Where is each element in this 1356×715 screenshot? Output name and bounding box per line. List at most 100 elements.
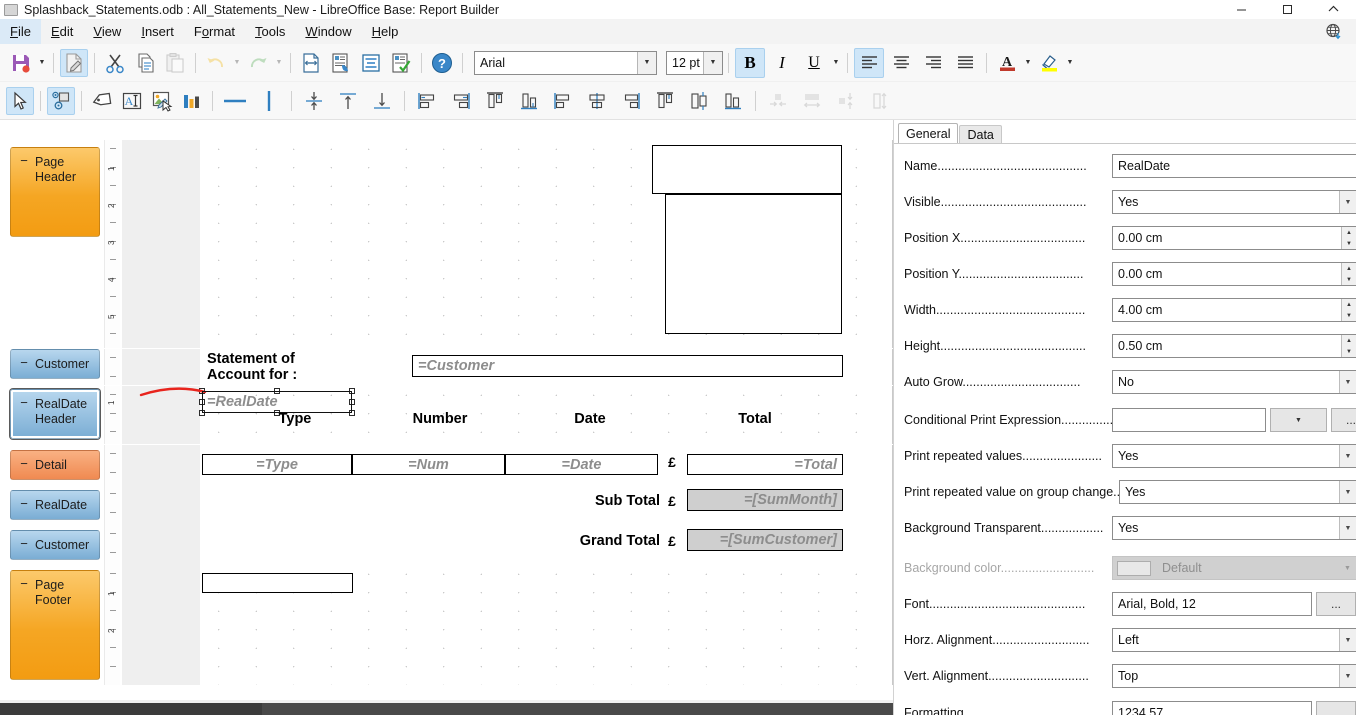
conditional-print-ellipsis-button[interactable]: ... — [1331, 408, 1356, 432]
equal-height-icon[interactable] — [864, 87, 896, 115]
undo-dropdown-arrow[interactable]: ▼ — [231, 49, 243, 77]
property-spinner-width[interactable]: 4.00 cm ▲ ▼ — [1112, 298, 1356, 322]
spin-up-icon[interactable]: ▲ — [1342, 227, 1356, 238]
chart-bars-icon[interactable] — [178, 87, 206, 115]
shrink-icon[interactable] — [298, 87, 330, 115]
spinner-buttons[interactable]: ▲ ▼ — [1341, 263, 1356, 285]
page-lines-icon[interactable] — [357, 49, 385, 77]
paste-button[interactable] — [161, 49, 189, 77]
section-tab-page-header[interactable]: − Page Header — [10, 147, 100, 237]
save-button[interactable] — [7, 49, 35, 77]
report-design-canvas[interactable]: − Page Header 12345 − Customer Statement … — [0, 120, 893, 700]
customer-header-canvas[interactable]: Statement of Account for : =Customer — [200, 349, 893, 385]
align-left-group-icon[interactable] — [547, 87, 579, 115]
vertical-line-icon[interactable] — [253, 87, 285, 115]
section-tab-realdate-footer[interactable]: − RealDate — [10, 490, 100, 520]
vertical-ruler-realdate-header[interactable]: 1 — [104, 386, 120, 444]
align-right-objects-icon[interactable] — [445, 87, 477, 115]
scrollbar-track[interactable] — [262, 703, 893, 715]
maximize-button[interactable] — [1264, 0, 1310, 19]
property-select-horz-alignment[interactable]: Left ▼ — [1112, 628, 1356, 652]
font-size-combo[interactable]: 12 pt ▼ — [666, 50, 723, 75]
chevron-down-icon[interactable]: ▼ — [1339, 517, 1356, 539]
tab-data[interactable]: Data — [959, 125, 1002, 144]
property-spinner-position-x[interactable]: 0.00 cm ▲ ▼ — [1112, 226, 1356, 250]
cut-button[interactable] — [101, 49, 129, 77]
menu-insert[interactable]: Insert — [131, 19, 184, 44]
customer-footer-canvas[interactable]: Grand Total £ =[SumCustomer] — [200, 525, 893, 565]
collapse-icon[interactable]: − — [17, 577, 31, 590]
collapse-icon[interactable]: − — [17, 537, 31, 550]
scrollbar-thumb[interactable] — [0, 703, 262, 715]
underline-dropdown-arrow[interactable]: ▼ — [830, 49, 842, 77]
close-button[interactable] — [1310, 0, 1356, 19]
realdate-footer-canvas[interactable]: Sub Total £ =[SumMonth] — [200, 485, 893, 525]
edit-mode-button[interactable] — [60, 48, 88, 77]
fit-width-icon[interactable] — [762, 87, 794, 115]
vertical-ruler-customer-footer[interactable] — [104, 525, 120, 565]
menu-help[interactable]: Help — [362, 19, 409, 44]
text-box-icon[interactable]: A — [118, 87, 146, 115]
align-center-button[interactable] — [886, 48, 916, 78]
spin-up-icon[interactable]: ▲ — [1342, 335, 1356, 346]
spin-down-icon[interactable]: ▼ — [1342, 310, 1356, 321]
spinner-buttons[interactable]: ▲ ▼ — [1341, 335, 1356, 357]
control-wizards-button[interactable] — [47, 86, 75, 115]
formatting-ellipsis-button[interactable]: ... — [1316, 701, 1356, 715]
property-input-conditional-print-expression[interactable] — [1112, 408, 1266, 432]
section-tab-detail[interactable]: − Detail — [10, 450, 100, 480]
section-band-customer-header[interactable]: Statement of Account for : =Customer — [122, 349, 893, 385]
chevron-down-icon[interactable]: ▼ — [637, 51, 656, 74]
highlight-color-button[interactable] — [1035, 48, 1063, 78]
align-right-button[interactable] — [918, 48, 948, 78]
grand-total-field[interactable]: =[SumCustomer] — [687, 529, 843, 551]
chevron-down-icon[interactable]: ▼ — [1339, 371, 1356, 393]
menu-format[interactable]: Format — [184, 19, 245, 44]
property-spinner-position-y[interactable]: 0.00 cm ▲ ▼ — [1112, 262, 1356, 286]
property-select-vert-alignment[interactable]: Top ▼ — [1112, 664, 1356, 688]
customer-field[interactable]: =Customer — [412, 355, 843, 377]
menu-edit[interactable]: Edit — [41, 19, 83, 44]
section-band-customer-footer[interactable]: Grand Total £ =[SumCustomer] — [122, 525, 893, 565]
property-select-visible[interactable]: Yes ▼ — [1112, 190, 1356, 214]
tab-general[interactable]: General — [898, 123, 959, 144]
property-select-auto-grow[interactable]: No ▼ — [1112, 370, 1356, 394]
align-left-button[interactable] — [854, 47, 884, 78]
redo-button[interactable] — [244, 49, 272, 77]
align-top-objects-icon[interactable] — [479, 87, 511, 115]
sub-total-label[interactable]: Sub Total — [530, 490, 660, 512]
image-control-icon[interactable] — [148, 87, 176, 115]
page-header-canvas[interactable] — [200, 140, 893, 348]
spin-up-icon[interactable]: ▲ — [1342, 263, 1356, 274]
grand-total-currency[interactable]: £ — [658, 530, 686, 552]
spinner-buttons[interactable]: ▲ ▼ — [1341, 299, 1356, 321]
collapse-icon[interactable]: − — [17, 497, 31, 510]
section-tab-page-footer[interactable]: − Page Footer — [10, 570, 100, 680]
chevron-down-icon[interactable]: ▼ — [1339, 481, 1356, 503]
section-tab-customer-footer[interactable]: − Customer — [10, 530, 100, 560]
collapse-icon[interactable]: − — [17, 396, 31, 409]
menu-tools[interactable]: Tools — [245, 19, 295, 44]
property-spinner-height[interactable]: 0.50 cm ▲ ▼ — [1112, 334, 1356, 358]
highlight-color-dropdown-arrow[interactable]: ▼ — [1064, 49, 1076, 77]
spin-up-icon[interactable]: ▲ — [1342, 299, 1356, 310]
page-header-box-2[interactable] — [665, 194, 842, 334]
equal-width-icon[interactable] — [796, 87, 828, 115]
realdate-field-selected[interactable]: =RealDate — [202, 391, 352, 413]
property-input-formatting[interactable]: 1234.57 — [1112, 701, 1312, 715]
grand-total-label[interactable]: Grand Total — [530, 530, 660, 552]
chevron-down-icon[interactable]: ▼ — [1339, 629, 1356, 651]
statement-title-label[interactable]: Statement of Account for : — [202, 351, 342, 383]
underline-button[interactable]: U — [799, 48, 829, 78]
page-footer-canvas[interactable] — [200, 565, 893, 685]
page-header-icon[interactable] — [327, 49, 355, 77]
chevron-down-icon[interactable]: ▼ — [1339, 445, 1356, 467]
page-check-icon[interactable] — [387, 49, 415, 77]
sub-total-currency[interactable]: £ — [658, 490, 686, 512]
menu-window[interactable]: Window — [295, 19, 361, 44]
detail-field-num[interactable]: =Num — [352, 454, 505, 475]
align-bottom-group-icon[interactable] — [717, 87, 749, 115]
font-name-combo[interactable]: Arial ▼ — [474, 50, 657, 75]
save-dropdown-arrow[interactable]: ▼ — [36, 49, 48, 77]
align-bottom-objects-icon[interactable] — [513, 87, 545, 115]
